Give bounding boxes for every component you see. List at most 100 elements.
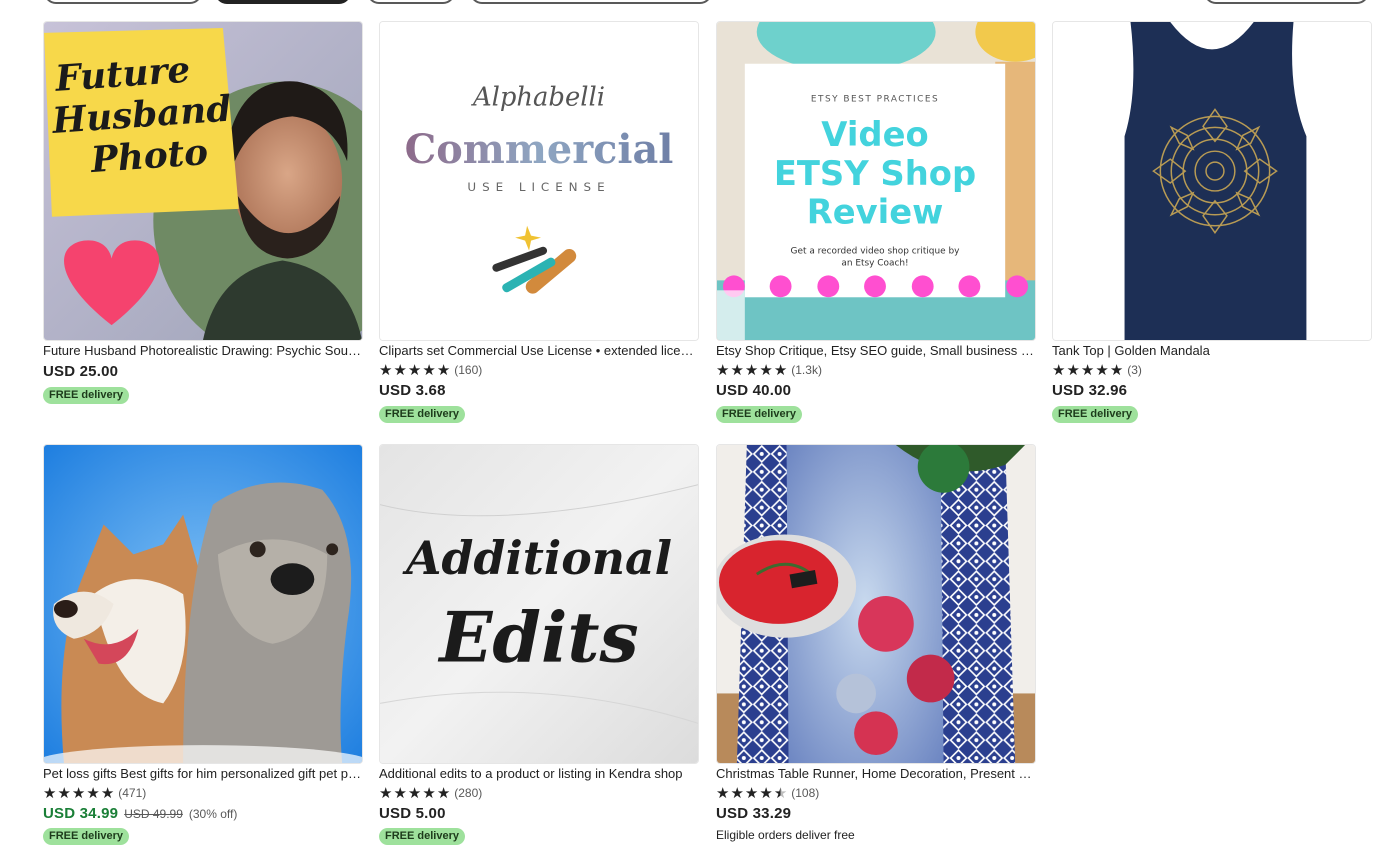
- star-icon: ★: [43, 783, 57, 802]
- svg-text:an Etsy Coach!: an Etsy Coach!: [841, 258, 908, 268]
- sort-dropdown[interactable]: [1204, 0, 1369, 4]
- listing-title[interactable]: Additional edits to a product or listing…: [379, 766, 697, 782]
- star-icon: ★: [100, 783, 115, 802]
- star-icon: ★: [57, 783, 71, 802]
- rating-stars: ★ ★ ★ ★ ★: [379, 360, 451, 379]
- svg-text:Commercial: Commercial: [405, 127, 674, 173]
- commercial-license-image: Alphabelli Commercial USE LICENSE: [380, 22, 698, 340]
- free-delivery-badge: FREE delivery: [43, 387, 129, 404]
- star-icon: ★: [1052, 360, 1066, 379]
- svg-text:Review: Review: [807, 193, 944, 232]
- listing-image[interactable]: Additional Edits: [379, 444, 699, 764]
- star-icon: ★: [716, 783, 730, 802]
- star-icon: ★: [407, 783, 422, 802]
- svg-text:ETSY BEST PRACTICES: ETSY BEST PRACTICES: [811, 95, 939, 105]
- rating-stars: ★ ★ ★ ★ ★: [43, 783, 115, 802]
- price-row: USD 5.00: [379, 805, 446, 822]
- listing-price: USD 5.00: [379, 805, 446, 822]
- rating: ★ ★ ★ ★ ★ (108): [716, 785, 819, 801]
- additional-edits-image: Additional Edits: [380, 445, 698, 763]
- listing-title[interactable]: Tank Top | Golden Mandala: [1052, 343, 1370, 359]
- star-icon: ★: [393, 783, 407, 802]
- review-count: (1.3k): [791, 363, 822, 377]
- svg-text:Get a recorded video shop crit: Get a recorded video shop critique by: [791, 247, 961, 257]
- free-delivery-badge: FREE delivery: [1052, 406, 1138, 423]
- star-icon: ★: [1109, 360, 1124, 379]
- star-icon: ★: [730, 783, 744, 802]
- rating: ★ ★ ★ ★ ★ (160): [379, 362, 482, 378]
- rating-stars: ★ ★ ★ ★ ★: [716, 360, 788, 379]
- table-runner-image: [717, 445, 1035, 763]
- listing-title[interactable]: Christmas Table Runner, Home Decoration,…: [716, 766, 1034, 782]
- star-icon: ★: [716, 360, 730, 379]
- listing-title[interactable]: Future Husband Photorealistic Drawing: P…: [43, 343, 361, 359]
- star-icon: ★: [86, 783, 100, 802]
- etsy-shop-review-image: ETSY BEST PRACTICES Video ETSY Shop Revi…: [717, 22, 1035, 340]
- review-count: (471): [118, 786, 147, 800]
- listing-image[interactable]: Alphabelli Commercial USE LICENSE: [379, 21, 699, 341]
- half-star-icon: ★: [773, 783, 788, 802]
- star-icon: ★: [71, 783, 86, 802]
- free-delivery-badge: FREE delivery: [379, 828, 465, 845]
- listing-title[interactable]: Etsy Shop Critique, Etsy SEO guide, Smal…: [716, 343, 1034, 359]
- review-count: (3): [1127, 363, 1142, 377]
- listing-price: USD 25.00: [43, 363, 119, 380]
- rating: ★ ★ ★ ★ ★ (1.3k): [716, 362, 822, 378]
- star-icon: ★: [744, 783, 759, 802]
- rating: ★ ★ ★ ★ ★ (3): [1052, 362, 1142, 378]
- star-icon: ★: [422, 783, 436, 802]
- svg-text:Photo: Photo: [89, 131, 210, 181]
- filter-chip[interactable]: [367, 0, 455, 4]
- filter-chip-active[interactable]: [215, 0, 351, 4]
- star-icon: ★: [422, 360, 436, 379]
- svg-text:Alphabelli: Alphabelli: [471, 82, 605, 112]
- price-row: USD 3.68: [379, 382, 446, 399]
- original-price: USD 49.99: [124, 807, 183, 821]
- svg-text:Additional: Additional: [402, 531, 672, 585]
- star-icon: ★: [759, 783, 773, 802]
- listing-title[interactable]: Cliparts set Commercial Use License • ex…: [379, 343, 697, 359]
- listing-image[interactable]: Future Husband Photo: [43, 21, 363, 341]
- filter-chip[interactable]: [470, 0, 712, 4]
- filter-bar: [0, 0, 1394, 4]
- price-row: USD 40.00: [716, 382, 791, 399]
- listing-image[interactable]: ETSY BEST PRACTICES Video ETSY Shop Revi…: [716, 21, 1036, 341]
- price-row: USD 25.00: [43, 363, 118, 380]
- listing-title[interactable]: Pet loss gifts Best gifts for him person…: [43, 766, 361, 782]
- tank-top-image: [1053, 22, 1371, 340]
- listing-image[interactable]: [716, 444, 1036, 764]
- svg-text:Edits: Edits: [437, 598, 638, 679]
- star-icon: ★: [379, 783, 393, 802]
- star-icon: ★: [773, 360, 788, 379]
- delivery-note: Eligible orders deliver free: [716, 828, 855, 842]
- star-icon: ★: [436, 360, 451, 379]
- listing-price: USD 40.00: [716, 382, 792, 399]
- svg-text:ETSY Shop: ETSY Shop: [774, 154, 976, 193]
- rating-stars: ★ ★ ★ ★ ★: [1052, 360, 1124, 379]
- rating-stars: ★ ★ ★ ★ ★: [379, 783, 450, 802]
- star-icon: ★: [1066, 360, 1080, 379]
- filter-chip[interactable]: [44, 0, 202, 4]
- listing-image[interactable]: [1052, 21, 1372, 341]
- rating: ★ ★ ★ ★ ★ (471): [43, 785, 146, 801]
- pet-portrait-image: [44, 445, 362, 763]
- rating-stars: ★ ★ ★ ★ ★: [716, 783, 788, 802]
- free-delivery-badge: FREE delivery: [379, 406, 465, 423]
- review-count: (160): [454, 363, 483, 377]
- svg-text:Video: Video: [821, 115, 928, 154]
- listing-price: USD 3.68: [379, 382, 446, 399]
- review-count: (280): [454, 786, 483, 800]
- star-icon: ★: [379, 360, 393, 379]
- star-icon: ★: [407, 360, 422, 379]
- price-row: USD 32.96: [1052, 382, 1127, 399]
- rating: ★ ★ ★ ★ ★ (280): [379, 785, 482, 801]
- listing-image[interactable]: [43, 444, 363, 764]
- star-icon: ★: [1080, 360, 1095, 379]
- price-row: USD 34.99 USD 49.99 (30% off): [43, 805, 237, 822]
- sale-price: USD 34.99: [43, 805, 119, 822]
- svg-text:USE LICENSE: USE LICENSE: [467, 180, 610, 194]
- star-icon: ★: [730, 360, 744, 379]
- price-row: USD 33.29: [716, 805, 791, 822]
- discount-label: (30% off): [188, 807, 238, 821]
- free-delivery-badge: FREE delivery: [43, 828, 129, 845]
